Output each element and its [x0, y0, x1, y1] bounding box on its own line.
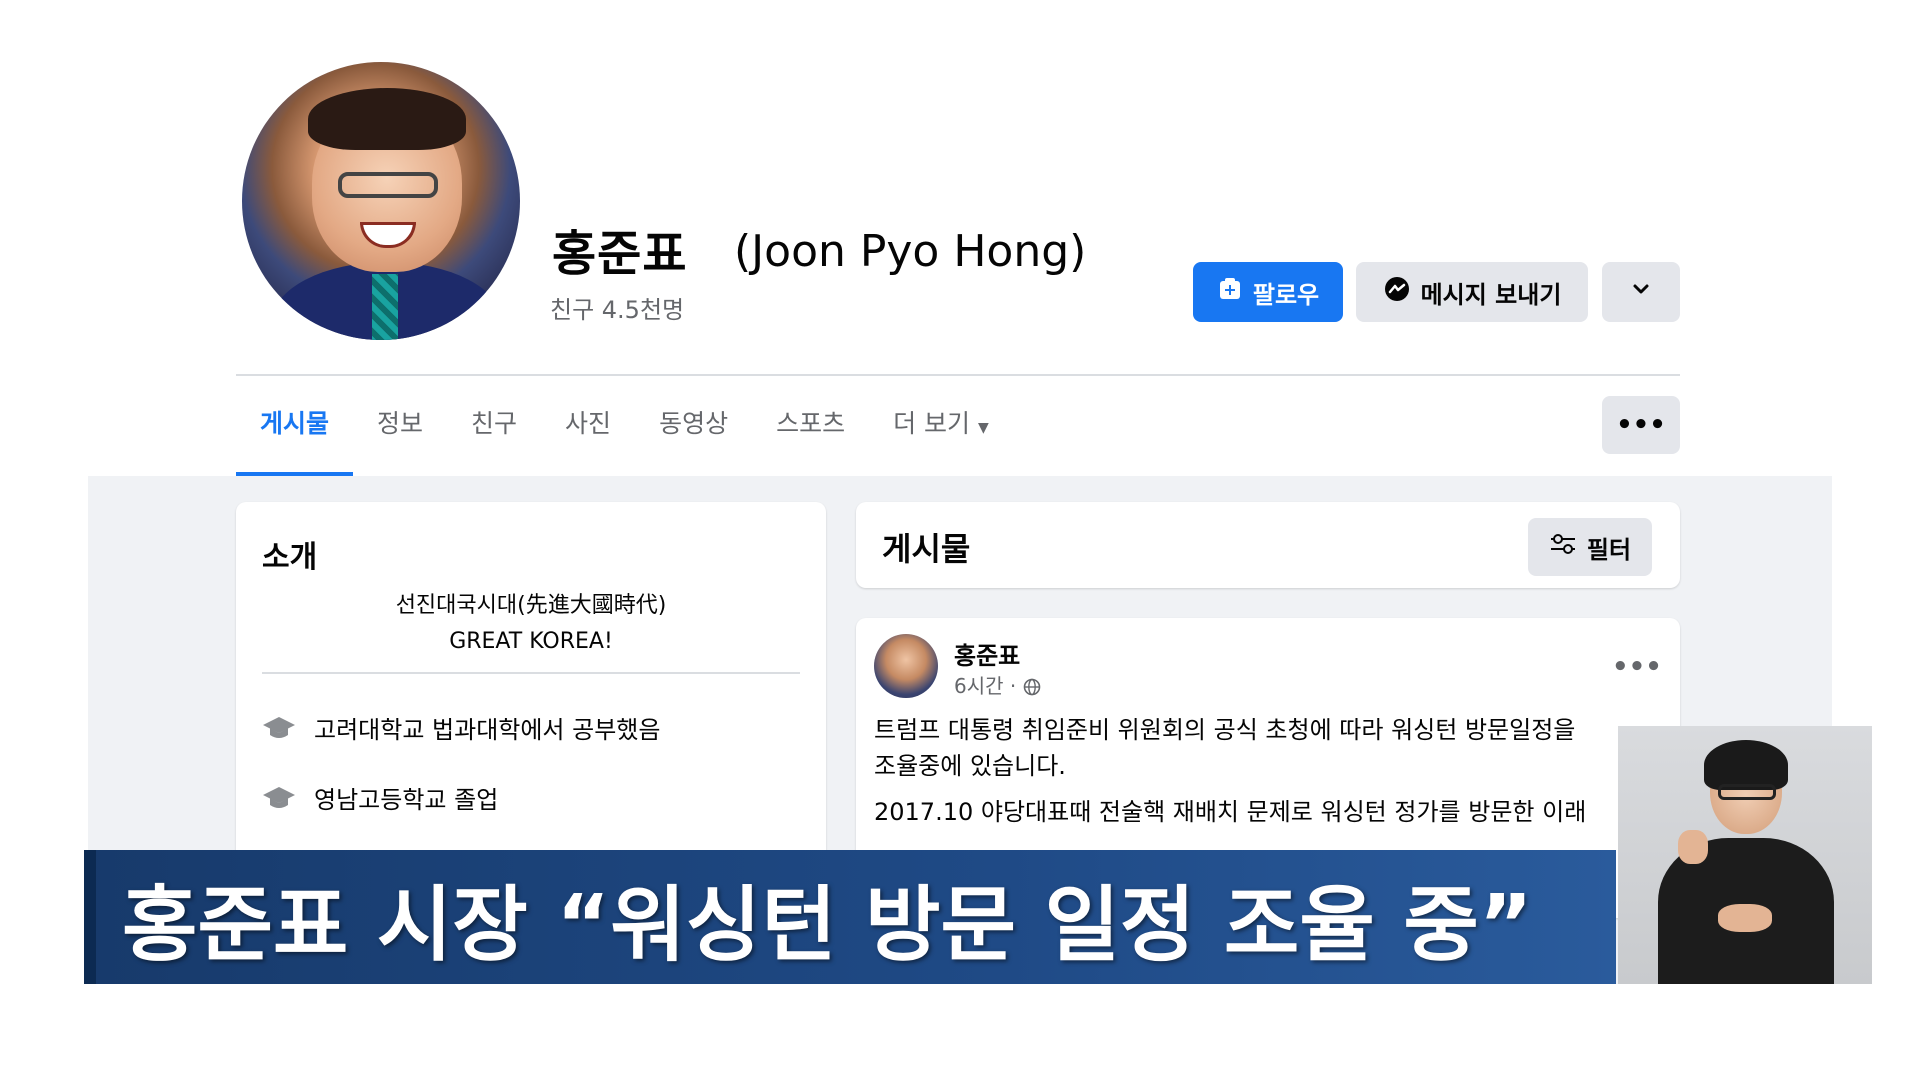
filter-label: 필터: [1586, 535, 1632, 564]
intro-item-label[interactable]: 고려대학교 법과대학에서 공부했음: [314, 710, 660, 745]
ellipsis-icon: •••: [1616, 410, 1666, 440]
tab-friends-label: 친구: [471, 409, 518, 438]
follow-button[interactable]: 팔로우: [1193, 262, 1343, 322]
sign-language-interpreter: [1618, 726, 1872, 984]
screen: 홍준표 (Joon Pyo Hong) 친구 4.5천명 팔로우 메시지 보내기: [0, 0, 1920, 1080]
sliders-icon: [1549, 532, 1577, 562]
tab-posts-label: 게시물: [260, 409, 330, 438]
tab-about-label: 정보: [377, 409, 424, 438]
interpreter-hair: [1704, 740, 1788, 790]
tab-more[interactable]: 더 보기 ▼: [869, 402, 1013, 476]
tab-friends[interactable]: 친구: [447, 402, 541, 476]
interpreter-hand: [1678, 830, 1708, 864]
posts-title: 게시물: [882, 530, 971, 568]
tab-sports[interactable]: 스포츠: [752, 402, 869, 476]
chevron-down-icon: [1630, 278, 1652, 306]
tab-photos-label: 사진: [565, 409, 612, 438]
tab-videos-label: 동영상: [659, 409, 729, 438]
news-caption-text: 홍준표 시장 “워싱턴 방문 일정 조율 중”: [122, 878, 1533, 973]
follow-label: 팔로우: [1252, 280, 1320, 309]
posts-header-card: 게시물 필터: [856, 502, 1680, 588]
profile-name-english: (Joon Pyo Hong): [734, 226, 1087, 277]
post-meta: 6시간 ·: [954, 670, 1041, 699]
intro-bio: 선진대국시대(先進大國時代) GREAT KOREA!: [236, 588, 826, 660]
post-author-name[interactable]: 홍준표: [954, 636, 1020, 671]
tab-posts[interactable]: 게시물: [236, 402, 354, 476]
post-text-line: 조율중에 있습니다.: [874, 752, 1066, 780]
intro-item-education-highschool: 영남고등학교 졸업: [262, 780, 498, 815]
intro-bio-line-1: 선진대국시대(先進大國時代): [395, 593, 667, 618]
filter-button[interactable]: 필터: [1528, 518, 1652, 576]
graduation-cap-icon: [262, 784, 296, 812]
intro-card: 소개 선진대국시대(先進大國時代) GREAT KOREA! 고려대학교 법과대…: [236, 502, 826, 862]
tab-photos[interactable]: 사진: [541, 402, 635, 476]
intro-item-education-university: 고려대학교 법과대학에서 공부했음: [262, 710, 660, 745]
add-friend-icon: [1217, 276, 1243, 308]
intro-item-label[interactable]: 영남고등학교 졸업: [314, 780, 498, 815]
tabs-more-button[interactable]: •••: [1602, 396, 1680, 454]
post-text-line: 트럼프 대통령 취임준비 위원회의 공식 초청에 따라 워싱턴 방문일정을: [874, 716, 1576, 744]
caret-down-icon: ▼: [978, 420, 989, 436]
avatar-glasses: [338, 172, 438, 198]
post-options-icon[interactable]: •••: [1612, 652, 1662, 682]
tab-sports-label: 스포츠: [776, 409, 846, 438]
tab-more-label: 더 보기: [893, 409, 971, 438]
avatar-hair: [308, 88, 466, 150]
globe-icon: [1023, 674, 1041, 698]
post-text-line: 2017.10 야당대표때 전술핵 재배치 문제로 워싱턴 정가를 방문한 이래: [874, 798, 1587, 826]
graduation-cap-icon: [262, 714, 296, 742]
header-divider: [236, 374, 1680, 376]
post-body: 트럼프 대통령 취임준비 위원회의 공식 초청에 따라 워싱턴 방문일정을 조율…: [874, 712, 1674, 840]
intro-bio-line-2: GREAT KOREA!: [449, 629, 613, 654]
post-time[interactable]: 6시간 ·: [954, 674, 1016, 698]
friends-count[interactable]: 친구 4.5천명: [550, 290, 684, 325]
profile-more-button[interactable]: [1602, 262, 1680, 322]
post-author-avatar[interactable]: [874, 634, 938, 698]
avatar-tie: [372, 274, 398, 340]
messenger-icon: [1383, 275, 1411, 309]
tab-videos[interactable]: 동영상: [635, 402, 752, 476]
interpreter-hand: [1718, 904, 1772, 932]
intro-title: 소개: [262, 540, 318, 575]
profile-tabs: 게시물 정보 친구 사진 동영상 스포츠 더 보기 ▼: [236, 402, 1013, 476]
send-message-button[interactable]: 메시지 보내기: [1356, 262, 1588, 322]
news-caption-accent: [84, 850, 96, 984]
tab-about[interactable]: 정보: [353, 402, 447, 476]
intro-divider: [262, 672, 800, 674]
bottom-margin: [0, 984, 1920, 1080]
profile-avatar[interactable]: [242, 62, 520, 340]
profile-name: 홍준표: [552, 226, 688, 282]
send-message-label: 메시지 보내기: [1420, 280, 1562, 309]
interpreter-glasses: [1718, 784, 1776, 800]
